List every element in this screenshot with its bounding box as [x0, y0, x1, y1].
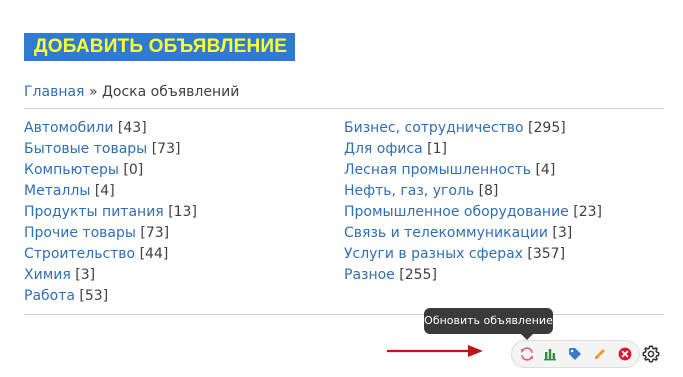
- breadcrumb-separator: »: [88, 84, 98, 100]
- category-count: [255]: [399, 267, 437, 283]
- breadcrumb-home-link[interactable]: Главная: [24, 84, 84, 100]
- category-link[interactable]: Разное: [344, 267, 395, 283]
- category-count: [73]: [140, 225, 170, 241]
- category-count: [4]: [535, 162, 556, 178]
- tag-icon[interactable]: [567, 346, 583, 362]
- category-count: [357]: [527, 246, 566, 262]
- category-item: Промышленное оборудование [23]: [344, 202, 602, 223]
- category-link[interactable]: Услуги в разных сферах: [344, 246, 523, 262]
- refresh-icon[interactable]: [519, 346, 535, 362]
- category-count: [23]: [573, 204, 602, 220]
- divider-top: [24, 108, 664, 109]
- category-link[interactable]: Для офиса: [344, 141, 423, 157]
- category-item: Продукты питания [13]: [24, 202, 197, 223]
- category-link[interactable]: Химия: [24, 267, 71, 283]
- stats-icon[interactable]: [542, 346, 558, 362]
- category-link[interactable]: Автомобили: [24, 120, 113, 136]
- add-ad-button[interactable]: ДОБАВИТЬ ОБЪЯВЛЕНИЕ: [24, 33, 296, 61]
- category-link[interactable]: Нефть, газ, уголь: [344, 183, 474, 199]
- breadcrumb: Главная » Доска объявлений: [24, 82, 239, 102]
- category-item: Прочие товары [73]: [24, 223, 197, 244]
- category-item: Связь и телекоммуникации [3]: [344, 223, 602, 244]
- category-item: Автомобили [43]: [24, 118, 197, 139]
- category-item: Нефть, газ, уголь [8]: [344, 181, 602, 202]
- gear-icon[interactable]: [641, 344, 661, 364]
- category-list-left: Автомобили [43] Бытовые товары [73] Комп…: [24, 118, 197, 307]
- refresh-tooltip: Обновить объявление: [424, 308, 553, 340]
- category-link[interactable]: Металлы: [24, 183, 90, 199]
- category-count: [295]: [528, 120, 566, 136]
- category-count: [73]: [151, 141, 181, 157]
- delete-icon[interactable]: [617, 346, 633, 362]
- ad-actions-toolbar: [511, 340, 640, 368]
- category-link[interactable]: Бизнес, сотрудничество: [344, 120, 524, 136]
- category-count: [4]: [94, 183, 115, 199]
- category-link[interactable]: Работа: [24, 288, 75, 304]
- page: ДОБАВИТЬ ОБЪЯВЛЕНИЕ Главная » Доска объя…: [0, 0, 683, 377]
- category-link[interactable]: Строительство: [24, 246, 135, 262]
- category-item: Услуги в разных сферах [357]: [344, 244, 602, 265]
- category-item: Разное [255]: [344, 265, 602, 286]
- breadcrumb-current: Доска объявлений: [101, 84, 240, 100]
- category-count: [8]: [478, 183, 499, 199]
- category-link[interactable]: Бытовые товары: [24, 141, 147, 157]
- category-item: Компьютеры [0]: [24, 160, 197, 181]
- category-item: Химия [3]: [24, 265, 197, 286]
- category-link[interactable]: Прочие товары: [24, 225, 136, 241]
- category-count: [3]: [75, 267, 96, 283]
- category-count: [44]: [139, 246, 169, 262]
- category-item: Для офиса [1]: [344, 139, 602, 160]
- category-list-right: Бизнес, сотрудничество [295] Для офиса […: [344, 118, 602, 286]
- pencil-icon[interactable]: [592, 346, 608, 362]
- category-item: Металлы [4]: [24, 181, 197, 202]
- category-link[interactable]: Лесная промышленность: [344, 162, 531, 178]
- red-arrow-icon: [387, 345, 483, 357]
- category-count: [3]: [552, 225, 573, 241]
- category-item: Строительство [44]: [24, 244, 197, 265]
- category-item: Лесная промышленность [4]: [344, 160, 602, 181]
- category-link[interactable]: Связь и телекоммуникации: [344, 225, 548, 241]
- divider-bottom: [24, 314, 664, 315]
- category-item: Бытовые товары [73]: [24, 139, 197, 160]
- category-link[interactable]: Продукты питания: [24, 204, 164, 220]
- category-link[interactable]: Компьютеры: [24, 162, 119, 178]
- category-count: [1]: [427, 141, 447, 157]
- category-item: Бизнес, сотрудничество [295]: [344, 118, 602, 139]
- category-count: [0]: [123, 162, 144, 178]
- category-count: [53]: [79, 288, 109, 304]
- category-link[interactable]: Промышленное оборудование: [344, 204, 569, 220]
- category-count: [43]: [117, 120, 147, 136]
- category-count: [13]: [168, 204, 197, 220]
- category-item: Работа [53]: [24, 286, 197, 307]
